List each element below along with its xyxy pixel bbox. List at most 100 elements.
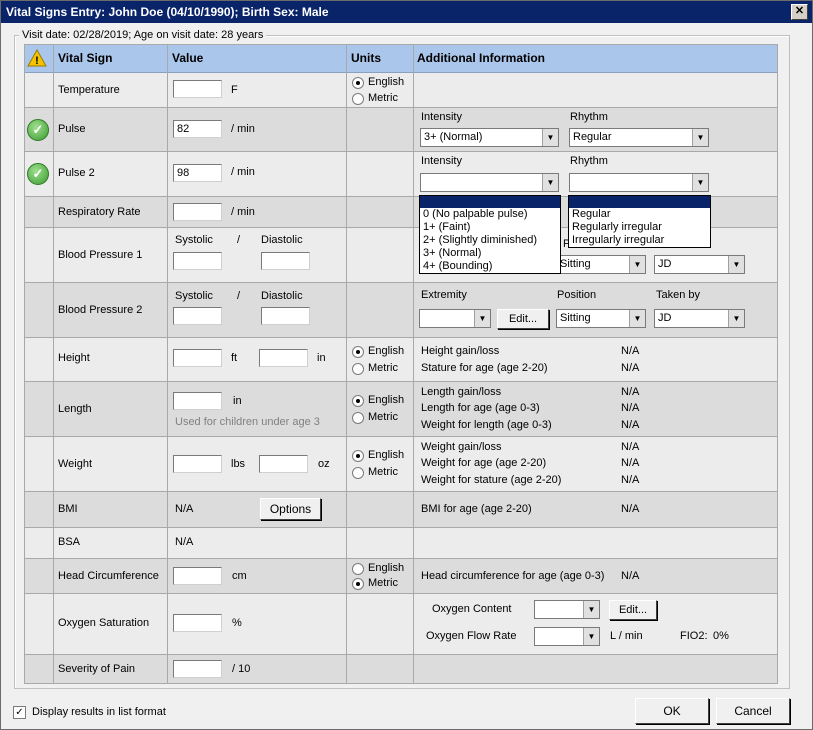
- column-divider: [53, 44, 54, 684]
- bp2-edit-button[interactable]: Edit...: [497, 309, 549, 329]
- head-unit: cm: [232, 570, 247, 582]
- pulse2-rhythm-select[interactable]: ▼: [569, 173, 709, 192]
- chevron-down-icon: ▼: [728, 256, 744, 273]
- dropdown-option[interactable]: Regular: [569, 208, 710, 221]
- length-english-radio[interactable]: [352, 395, 364, 407]
- dropdown-option[interactable]: 1+ (Faint): [420, 221, 560, 234]
- head-english-label: English: [368, 562, 405, 574]
- bp2-taken-by-select[interactable]: JD ▼: [654, 309, 745, 328]
- row-pulse: ✓ Pulse 82 / min Intensity Rhythm 3+ (No…: [24, 108, 778, 152]
- dropdown-option[interactable]: Regularly irregular: [569, 221, 710, 234]
- bp2-extremity-label: Extremity: [421, 289, 467, 301]
- oxygen-flow-unit: L / min: [610, 630, 643, 642]
- dropdown-option[interactable]: 2+ (Slightly diminished): [420, 234, 560, 247]
- chevron-down-icon: ▼: [692, 174, 708, 191]
- length-info-key: Weight for length (age 0-3): [421, 419, 552, 431]
- ok-button[interactable]: OK: [635, 698, 709, 724]
- dropdown-option[interactable]: [420, 196, 560, 208]
- pulse-rhythm-select[interactable]: Regular ▼: [569, 128, 709, 147]
- head-input[interactable]: [173, 567, 222, 585]
- bp1-diastolic-input[interactable]: [261, 252, 310, 270]
- head-english-radio[interactable]: [352, 563, 364, 575]
- display-list-checkbox[interactable]: ✓: [13, 706, 26, 719]
- oxygen-flow-label: Oxygen Flow Rate: [426, 630, 517, 642]
- dropdown-option[interactable]: [569, 196, 710, 208]
- oxygen-unit: %: [232, 617, 242, 629]
- bp2-label: Blood Pressure 2: [58, 304, 143, 316]
- chevron-down-icon: ▼: [542, 129, 558, 146]
- respiratory-input[interactable]: [173, 203, 222, 221]
- row-severity-of-pain: Severity of Pain / 10: [24, 655, 778, 684]
- oxygen-edit-button[interactable]: Edit...: [609, 600, 657, 620]
- oxygen-input[interactable]: [173, 614, 222, 632]
- respiratory-label: Respiratory Rate: [58, 206, 141, 218]
- row-blood-pressure-2: Blood Pressure 2 Systolic / Diastolic Ex…: [24, 283, 778, 338]
- height-english-radio[interactable]: [352, 346, 364, 358]
- bp2-systolic-input[interactable]: [173, 307, 222, 325]
- chevron-down-icon: ▼: [629, 256, 645, 273]
- bp2-slash: /: [237, 290, 241, 302]
- pain-input[interactable]: [173, 660, 222, 678]
- length-metric-radio[interactable]: [352, 412, 364, 424]
- row-bmi: BMI N/A Options BMI for age (age 2-20) N…: [24, 492, 778, 528]
- height-ft-input[interactable]: [173, 349, 222, 367]
- bp1-systolic-input[interactable]: [173, 252, 222, 270]
- temperature-english-label: English: [368, 76, 405, 88]
- vital-signs-window: Vital Signs Entry: John Doe (04/10/1990)…: [0, 0, 813, 730]
- pain-label: Severity of Pain: [58, 663, 136, 675]
- pulse2-input[interactable]: 98: [173, 164, 222, 182]
- height-in-input[interactable]: [259, 349, 308, 367]
- chevron-down-icon: ▼: [692, 129, 708, 146]
- height-info-value: N/A: [621, 362, 640, 374]
- bsa-label: BSA: [58, 536, 81, 548]
- bp2-position-value: Sitting: [560, 312, 591, 324]
- bp2-position-select[interactable]: Sitting ▼: [556, 309, 646, 328]
- height-in-unit: in: [317, 352, 326, 364]
- head-label: Head Circumference: [58, 570, 159, 582]
- dropdown-option[interactable]: Irregularly irregular: [569, 234, 710, 247]
- pulse2-label: Pulse 2: [58, 167, 95, 179]
- pulse-input[interactable]: 82: [173, 120, 222, 138]
- bmi-options-button[interactable]: Options: [260, 498, 321, 520]
- cancel-button[interactable]: Cancel: [716, 698, 790, 724]
- height-info-key: Stature for age (age 2-20): [421, 362, 548, 374]
- weight-lbs-unit: lbs: [231, 458, 246, 470]
- bp1-position-select[interactable]: Sitting ▼: [556, 255, 646, 274]
- height-label: Height: [58, 352, 90, 364]
- pulse2-intensity-select[interactable]: ▼: [420, 173, 559, 192]
- length-hint: Used for children under age 3: [175, 416, 320, 428]
- weight-english-radio[interactable]: [352, 450, 364, 462]
- pulse2-unit: / min: [231, 166, 255, 178]
- temperature-metric-radio[interactable]: [352, 93, 364, 105]
- height-english-label: English: [368, 345, 405, 357]
- weight-metric-radio[interactable]: [352, 467, 364, 479]
- oxygen-flow-select[interactable]: ▼: [534, 627, 600, 646]
- visit-info-label: Visit date: 02/28/2019; Age on visit dat…: [19, 29, 267, 41]
- title-bar: Vital Signs Entry: John Doe (04/10/1990)…: [1, 1, 812, 23]
- pulse2-check-icon: ✓: [27, 163, 49, 185]
- height-metric-radio[interactable]: [352, 363, 364, 375]
- pain-unit: / 10: [232, 663, 251, 675]
- head-metric-label: Metric: [368, 577, 398, 589]
- weight-lbs-input[interactable]: [173, 455, 222, 473]
- bp1-taken-by-select[interactable]: JD ▼: [654, 255, 745, 274]
- temperature-english-radio[interactable]: [352, 77, 364, 89]
- pulse-intensity-label: Intensity: [421, 111, 462, 123]
- head-metric-radio[interactable]: [352, 578, 364, 590]
- dropdown-option[interactable]: 4+ (Bounding): [420, 260, 560, 273]
- bp2-diastolic-input[interactable]: [261, 307, 310, 325]
- length-input[interactable]: [173, 392, 222, 410]
- pulse-intensity-select[interactable]: 3+ (Normal) ▼: [420, 128, 559, 147]
- bp1-taken-by-value: JD: [658, 258, 672, 270]
- dropdown-option[interactable]: 3+ (Normal): [420, 247, 560, 260]
- length-label: Length: [58, 403, 92, 415]
- dropdown-option[interactable]: 0 (No palpable pulse): [420, 208, 560, 221]
- bp1-position-value: Sitting: [560, 258, 591, 270]
- temperature-input[interactable]: [173, 80, 222, 98]
- weight-oz-input[interactable]: [259, 455, 308, 473]
- weight-info-value: N/A: [621, 474, 640, 486]
- warning-icon: !: [27, 49, 47, 67]
- oxygen-content-select[interactable]: ▼: [534, 600, 600, 619]
- close-button[interactable]: ✕: [791, 4, 808, 20]
- bp2-extremity-select[interactable]: ▼: [419, 309, 491, 328]
